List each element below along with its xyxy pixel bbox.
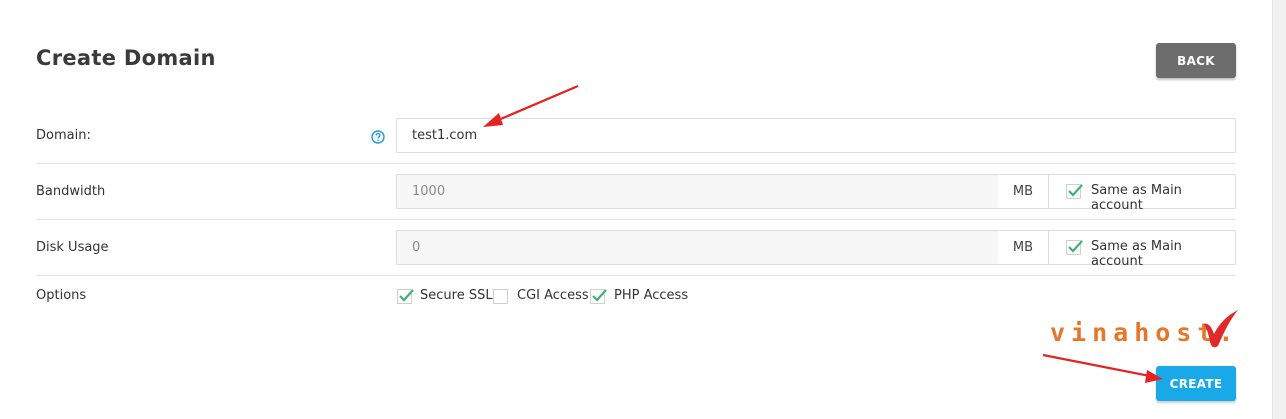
- disk-usage-input[interactable]: 0: [396, 230, 999, 265]
- secure-ssl-checkbox[interactable]: [397, 289, 414, 304]
- options-label: Options: [36, 288, 87, 303]
- disk-usage-unit: MB: [998, 230, 1049, 265]
- disk-usage-label: Disk Usage: [36, 240, 109, 255]
- secure-ssl-label: Secure SSL: [420, 288, 493, 303]
- checkmark-icon: [1068, 184, 1083, 197]
- arrow-to-create-button: [1042, 353, 1163, 383]
- back-button[interactable]: BACK: [1156, 43, 1236, 78]
- scrollbar[interactable]: [1272, 0, 1286, 419]
- checkmark-icon: [399, 289, 414, 302]
- vinahost-logo: vinahost.: [1050, 310, 1240, 354]
- bandwidth-input[interactable]: 1000: [396, 174, 999, 209]
- checkmark-icon: [1068, 240, 1083, 253]
- bandwidth-same-checkbox[interactable]: [1066, 184, 1083, 199]
- bandwidth-unit: MB: [998, 174, 1049, 209]
- php-access-checkbox[interactable]: [590, 289, 607, 304]
- bandwidth-row: Bandwidth 1000 MB Same as Main account: [36, 164, 1236, 220]
- cgi-access-label: CGI Access: [517, 288, 589, 303]
- create-button[interactable]: CREATE: [1156, 366, 1236, 401]
- checkmark-icon: [592, 289, 607, 302]
- domain-label: Domain:: [36, 128, 91, 143]
- bandwidth-same-label: Same as Main account: [1091, 183, 1182, 213]
- bandwidth-same-toggle[interactable]: Same as Main account: [1048, 174, 1236, 213]
- disk-usage-row: Disk Usage 0 MB Same as Main account: [36, 220, 1236, 276]
- logo-check-mark-icon: [1204, 310, 1238, 348]
- page-title: Create Domain: [36, 46, 216, 70]
- disk-same-label: Same as Main account: [1091, 239, 1182, 269]
- disk-same-checkbox[interactable]: [1066, 240, 1083, 255]
- domain-input[interactable]: test1.com: [396, 118, 1236, 153]
- question-circle-icon[interactable]: [371, 129, 385, 144]
- disk-same-toggle[interactable]: Same as Main account: [1048, 230, 1236, 269]
- domain-row: Domain: test1.com: [36, 108, 1236, 164]
- php-access-label: PHP Access: [614, 288, 689, 303]
- bandwidth-label: Bandwidth: [36, 184, 106, 199]
- cgi-access-checkbox[interactable]: [493, 289, 508, 304]
